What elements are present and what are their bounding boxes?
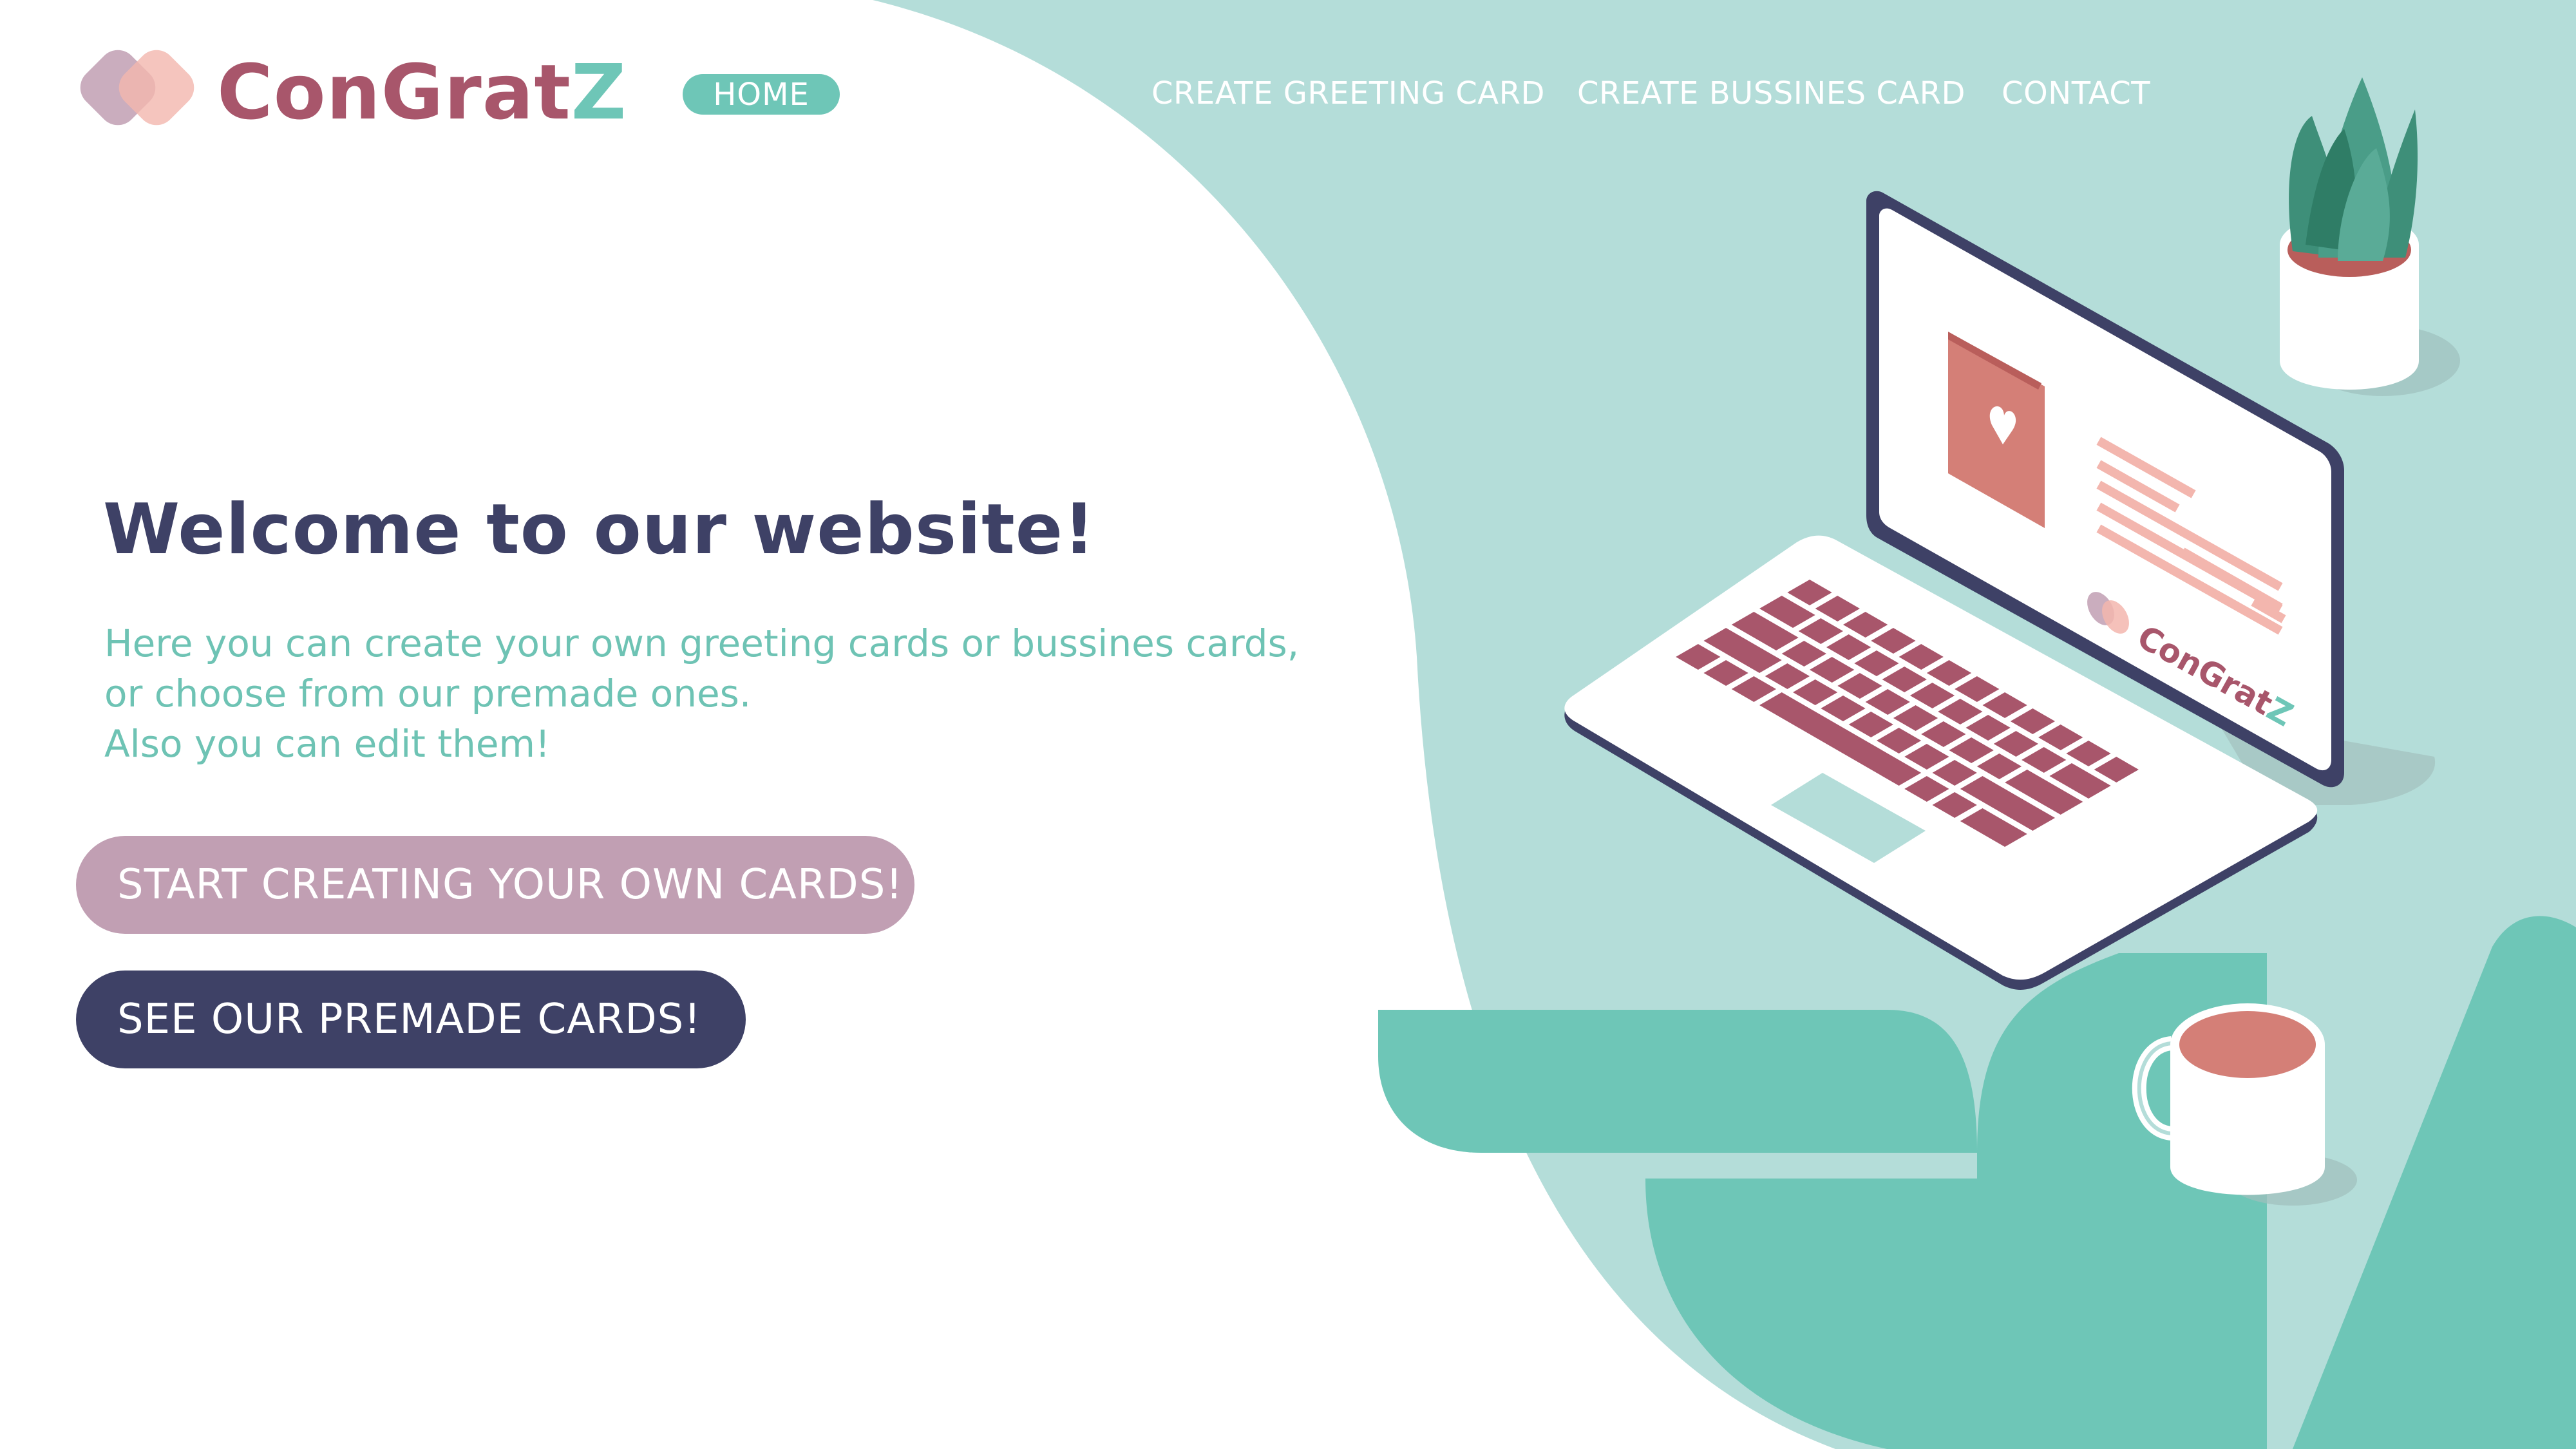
brand-name-main: ConGrat bbox=[217, 48, 571, 137]
hero-description-line: Here you can create your own greeting ca… bbox=[104, 621, 1300, 665]
nav-create-business-card[interactable]: CREATE BUSSINES CARD bbox=[1577, 72, 1965, 115]
brand-name: ConGratZ bbox=[217, 48, 627, 137]
nav-create-greeting-card[interactable]: CREATE GREETING CARD bbox=[1151, 72, 1545, 115]
logo-mark-icon bbox=[80, 50, 194, 126]
hero-description-line: or choose from our premade ones. bbox=[104, 672, 752, 715]
brand-logo[interactable]: ConGratZ bbox=[74, 44, 626, 140]
nav-home[interactable]: HOME bbox=[683, 74, 840, 115]
hero-description-line: Also you can edit them! bbox=[104, 722, 551, 766]
nav-contact[interactable]: CONTACT bbox=[2002, 72, 2150, 115]
hero-description: Here you can create your own greeting ca… bbox=[104, 618, 1392, 769]
page-title: Welcome to our website! bbox=[103, 489, 1096, 570]
brand-name-accent: Z bbox=[571, 48, 627, 137]
see-premade-cards-button[interactable]: SEE OUR PREMADE CARDS! bbox=[76, 971, 746, 1068]
start-creating-button[interactable]: START CREATING YOUR OWN CARDS! bbox=[76, 836, 914, 934]
